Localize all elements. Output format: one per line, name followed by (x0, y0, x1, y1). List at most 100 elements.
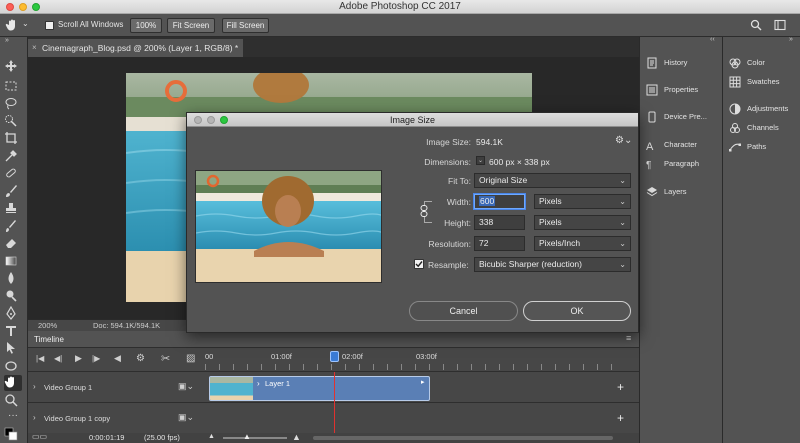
eraser-tool-icon[interactable] (4, 236, 22, 252)
constrain-proportions-link-icon[interactable] (420, 205, 428, 217)
image-preview[interactable] (195, 170, 382, 283)
lasso-tool-icon[interactable] (4, 96, 22, 112)
panel-paragraph[interactable]: ¶ Paragraph (646, 156, 699, 172)
zoom-tool-icon[interactable] (4, 393, 22, 409)
marquee-tool-icon[interactable] (4, 79, 22, 95)
fill-screen-button[interactable]: Fill Screen (222, 18, 269, 33)
document-tab[interactable]: × Cinemagraph_Blog.psd @ 200% (Layer 1, … (28, 39, 243, 57)
collapse-dock-icon[interactable]: ‹‹ (710, 36, 715, 43)
split-scissors-icon[interactable]: ✂ (161, 352, 170, 365)
panel-device-preview[interactable]: Device Pre... (646, 109, 707, 125)
resample-method-value: Bicubic Sharper (reduction) (479, 259, 582, 269)
play-icon[interactable]: ▶ (75, 353, 82, 364)
path-selection-tool-icon[interactable] (4, 341, 22, 357)
dimensions-units-dropdown[interactable]: ⌄ (476, 156, 485, 165)
document-info[interactable]: Doc: 594.1K/594.1K (93, 321, 160, 330)
blur-tool-icon[interactable] (4, 271, 22, 287)
width-input[interactable]: 600 (474, 194, 525, 209)
resample-checkbox[interactable] (414, 259, 424, 269)
healing-brush-tool-icon[interactable] (4, 166, 22, 182)
scroll-all-windows-checkbox[interactable] (45, 21, 54, 30)
expand-track-icon[interactable]: › (33, 382, 36, 391)
clone-stamp-tool-icon[interactable] (4, 201, 22, 217)
gradient-tool-icon[interactable] (4, 254, 22, 270)
panel-adjustments[interactable]: Adjustments (729, 101, 788, 117)
track-media-icon[interactable]: ▣⌄ (178, 381, 194, 392)
close-tab-icon[interactable]: × (32, 39, 37, 57)
panel-swatches[interactable]: Swatches (729, 74, 780, 90)
zoom-in-mountain-icon[interactable]: ▲ (292, 432, 301, 442)
document-tabs-bar: × Cinemagraph_Blog.psd @ 200% (Layer 1, … (28, 37, 639, 57)
dialog-settings-gear-icon[interactable]: ⚙⌄ (615, 135, 632, 146)
panel-layers[interactable]: Layers (646, 184, 687, 200)
pen-tool-icon[interactable] (4, 305, 22, 322)
fit-to-select[interactable]: Original Size ⌄ (474, 173, 631, 188)
convert-frame-icon[interactable]: ▭▭ (32, 432, 47, 441)
history-brush-tool-icon[interactable] (4, 219, 22, 235)
resample-method-select[interactable]: Bicubic Sharper (reduction) ⌄ (474, 257, 631, 272)
add-media-button[interactable]: + (617, 380, 624, 394)
video-clip[interactable]: › Layer 1 ▸ (209, 376, 430, 401)
playhead-handle[interactable] (330, 351, 339, 362)
workspace-icon[interactable] (774, 19, 786, 33)
transition-icon[interactable]: ▨ (186, 353, 195, 364)
zoom-level-field[interactable]: 200% (38, 321, 57, 330)
settings-gear-icon[interactable]: ⚙ (136, 353, 145, 364)
color-swatches-icon[interactable] (4, 427, 22, 443)
zoom-slider-handle[interactable]: ▲ (243, 432, 251, 441)
clip-expand-icon[interactable]: › (257, 379, 260, 388)
move-tool-icon[interactable] (4, 59, 22, 75)
more-tools-icon[interactable]: ··· (4, 410, 22, 426)
search-icon[interactable] (750, 19, 762, 33)
crop-tool-icon[interactable] (4, 131, 22, 147)
panel-character[interactable]: A Character (646, 137, 697, 153)
dialog-minimize-button[interactable] (207, 116, 215, 124)
previous-frame-icon[interactable]: ◀| (54, 354, 62, 363)
next-frame-icon[interactable]: |▶ (92, 354, 100, 363)
collapse-dock-icon[interactable]: » (789, 36, 793, 43)
cancel-button[interactable]: Cancel (409, 301, 518, 321)
dialog-close-button[interactable] (194, 116, 202, 124)
dialog-zoom-button[interactable] (220, 116, 228, 124)
audio-icon[interactable]: ◀ (114, 353, 121, 364)
type-tool-icon[interactable] (4, 324, 22, 340)
hand-tool-icon[interactable] (5, 18, 19, 34)
hand-tool-active-icon[interactable] (4, 375, 22, 391)
ok-button[interactable]: OK (523, 301, 631, 321)
fit-screen-button[interactable]: Fit Screen (167, 18, 215, 33)
track-name: Video Group 1 (44, 383, 93, 392)
width-value: 600 (479, 196, 496, 206)
width-unit-select[interactable]: Pixels ⌄ (534, 194, 631, 209)
chevron-down-icon: ⌄ (619, 260, 626, 269)
panel-history[interactable]: History (646, 55, 687, 71)
first-frame-icon[interactable]: |◀ (36, 354, 44, 363)
shape-tool-icon[interactable] (4, 359, 22, 375)
track-media-icon[interactable]: ▣⌄ (178, 412, 194, 423)
timeline-title[interactable]: Timeline (34, 335, 64, 344)
add-media-button[interactable]: + (617, 411, 624, 425)
timeline-scrollbar[interactable] (313, 436, 613, 440)
resolution-unit-select[interactable]: Pixels/Inch ⌄ (534, 236, 631, 251)
timeline-menu-icon[interactable]: ≡ (626, 333, 631, 343)
brush-tool-icon[interactable] (4, 184, 22, 200)
clip-menu-icon[interactable]: ▸ (421, 378, 425, 386)
dodge-tool-icon[interactable] (4, 289, 22, 305)
collapse-arrows-icon[interactable]: » (5, 37, 9, 44)
expand-track-icon[interactable]: › (33, 413, 36, 422)
eyedropper-tool-icon[interactable] (4, 149, 22, 165)
zoom-100-button[interactable]: 100% (130, 18, 162, 33)
zoom-out-mountain-icon[interactable]: ▲ (208, 433, 215, 440)
height-input[interactable]: 338 (474, 215, 525, 230)
zoom-slider[interactable] (223, 437, 287, 439)
chevron-down-icon: ⌄ (619, 176, 626, 185)
tool-preset-dropdown-icon[interactable]: ⌄ (22, 19, 29, 28)
paragraph-icon: ¶ (646, 160, 652, 172)
panel-channels[interactable]: Channels (729, 120, 779, 136)
panel-color[interactable]: Color (729, 55, 765, 71)
resolution-input[interactable]: 72 (474, 236, 525, 251)
height-unit-select[interactable]: Pixels ⌄ (534, 215, 631, 230)
panel-properties[interactable]: Properties (646, 82, 698, 98)
chevron-down-icon: ⌄ (619, 197, 626, 206)
panel-paths[interactable]: Paths (729, 139, 766, 155)
quick-selection-tool-icon[interactable] (4, 114, 22, 130)
